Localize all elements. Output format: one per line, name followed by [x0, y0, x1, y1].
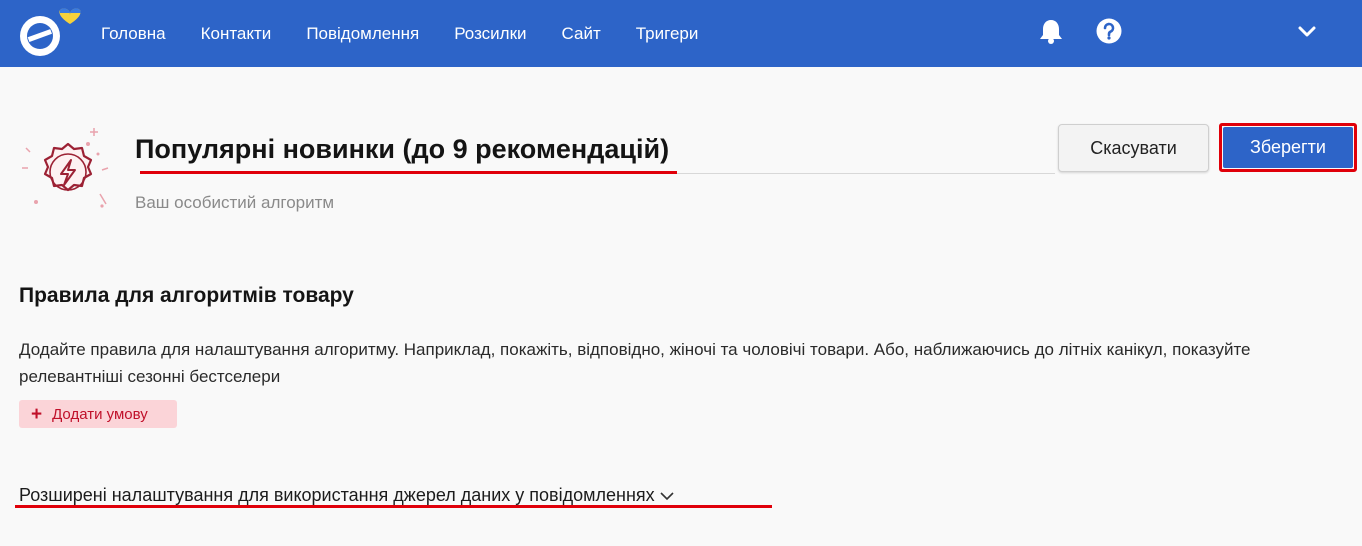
nav-item-home[interactable]: Головна [101, 24, 166, 44]
bell-icon[interactable] [1039, 18, 1063, 44]
help-icon[interactable] [1096, 18, 1122, 44]
nav-item-campaigns[interactable]: Розсилки [454, 24, 526, 44]
chevron-down-icon[interactable] [1297, 24, 1317, 40]
rules-heading: Правила для алгоритмів товару [19, 284, 354, 307]
rules-description: Додайте правила для налаштування алгорит… [19, 340, 1251, 386]
title-highlight-underline [140, 171, 677, 174]
nav-item-contacts[interactable]: Контакти [201, 24, 272, 44]
lightning-badge-icon [22, 128, 109, 208]
top-navigation-bar: Головна Контакти Повідомлення Розсилки С… [0, 0, 1362, 67]
nav-item-site[interactable]: Сайт [562, 24, 601, 44]
esputnik-logo-icon[interactable] [16, 6, 84, 58]
nav-item-messages[interactable]: Повідомлення [306, 24, 419, 44]
add-condition-label: Додати умову [52, 405, 148, 423]
nav-item-triggers[interactable]: Тригери [636, 24, 699, 44]
page-title[interactable]: Популярні новинки (до 9 рекомендацій) [135, 134, 669, 165]
plus-icon: + [31, 403, 43, 425]
page-subtitle: Ваш особистий алгоритм [135, 193, 335, 212]
cancel-button[interactable]: Скасувати [1058, 124, 1209, 172]
advanced-settings-label: Розширені налаштування для використання … [19, 485, 655, 505]
advanced-settings-toggle[interactable]: Розширені налаштування для використання … [19, 485, 675, 506]
chevron-down-icon [660, 491, 674, 500]
add-condition-button[interactable]: + Додати умову [19, 400, 177, 428]
title-divider [677, 173, 1055, 174]
save-button[interactable]: Зберегти [1223, 127, 1353, 168]
advanced-highlight-underline [15, 505, 772, 508]
